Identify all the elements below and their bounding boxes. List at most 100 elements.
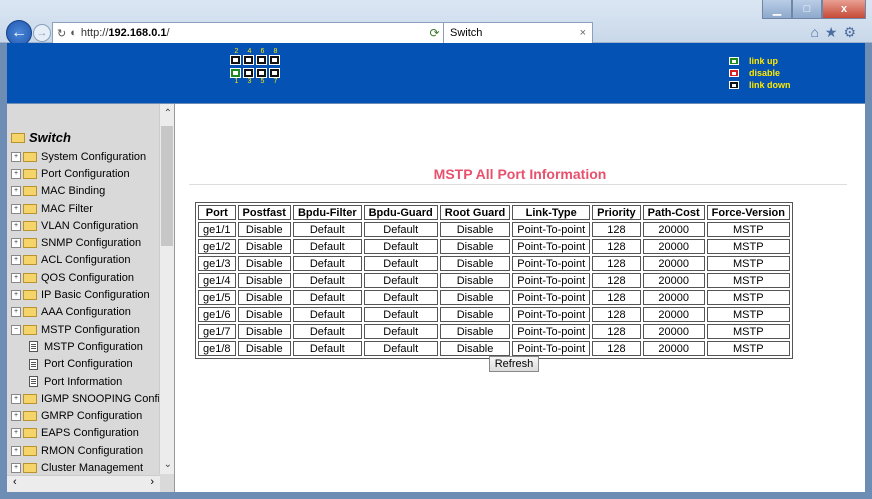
address-bar[interactable]: ↻ ◐ http://192.168.0.1/ ⟳ ⌕ ▾: [52, 22, 464, 44]
table-cell: Point-To-point: [512, 307, 591, 322]
table-cell: Disable: [439, 290, 511, 305]
port-down-icon[interactable]: [243, 68, 254, 78]
sidebar-scrollbar[interactable]: ⌃ ⌄: [159, 104, 174, 474]
table-cell: Point-To-point: [512, 273, 591, 288]
table-cell: ge1/5: [198, 290, 236, 305]
page-icon: [29, 341, 38, 353]
expand-icon[interactable]: +: [11, 255, 21, 266]
table-cell: 128: [592, 324, 641, 339]
tab-close-icon[interactable]: ×: [580, 27, 586, 39]
expand-icon[interactable]: +: [11, 290, 21, 301]
minimize-button[interactable]: ▁: [762, 0, 792, 19]
table-cell: Point-To-point: [512, 256, 591, 271]
expand-icon[interactable]: +: [11, 186, 21, 197]
table-cell: ge1/7: [198, 324, 236, 339]
table-cell: 20000: [642, 273, 705, 288]
legend-link-up: link up: [729, 55, 791, 67]
expand-icon[interactable]: +: [11, 307, 21, 318]
port-down-icon[interactable]: [256, 55, 267, 65]
expand-icon[interactable]: +: [11, 428, 21, 439]
sidebar-item-vlan-configuration[interactable]: + VLAN Configuration: [11, 217, 161, 234]
expand-icon[interactable]: +: [11, 220, 21, 231]
sidebar-item-acl-configuration[interactable]: + ACL Configuration: [11, 252, 161, 269]
port-up-icon[interactable]: [230, 68, 241, 78]
folder-icon: [23, 186, 37, 197]
table-cell: Disable: [439, 222, 511, 237]
sidebar-item-ip-basic-configuration[interactable]: + IP Basic Configuration: [11, 286, 161, 303]
sidebar: Switch + System Configuration + Port Config…: [7, 104, 175, 492]
folder-icon: [23, 272, 37, 283]
refresh-icon[interactable]: ↻: [57, 27, 66, 40]
table-cell: Default: [292, 239, 362, 254]
scroll-down-icon[interactable]: ⌄: [164, 459, 172, 470]
refresh-button[interactable]: Refresh: [489, 356, 539, 372]
expand-icon[interactable]: +: [11, 445, 21, 456]
sidebar-item-qos-configuration[interactable]: + QOS Configuration: [11, 269, 161, 286]
port-number: 1: [234, 78, 239, 85]
sidebar-item-igmp-snooping-confi[interactable]: + IGMP SNOOPING Confi: [11, 390, 161, 407]
tree-root[interactable]: Switch: [11, 130, 161, 145]
scroll-up-icon[interactable]: ⌃: [164, 108, 172, 119]
close-button[interactable]: x: [822, 0, 866, 19]
sidebar-item-mac-binding[interactable]: + MAC Binding: [11, 183, 161, 200]
maximize-button[interactable]: □: [792, 0, 822, 19]
expand-icon[interactable]: +: [11, 272, 21, 283]
table-cell: MSTP: [706, 222, 790, 237]
table-cell: Disable: [237, 273, 291, 288]
sidebar-item-mac-filter[interactable]: + MAC Filter: [11, 200, 161, 217]
table-row: ge1/3 Disable Default Default Disable Point-T…: [198, 256, 790, 271]
port-grid: 2 4 6 8 1 3 5 7: [230, 48, 310, 85]
expand-icon[interactable]: +: [11, 238, 21, 249]
table-cell: MSTP: [706, 256, 790, 271]
sidebar-item-snmp-configuration[interactable]: + SNMP Configuration: [11, 234, 161, 251]
port-number: 8: [273, 48, 278, 55]
table-row: ge1/6 Disable Default Default Disable Point-T…: [198, 307, 790, 322]
expand-icon[interactable]: +: [11, 151, 21, 162]
sidebar-item-gmrp-configuration[interactable]: + GMRP Configuration: [11, 407, 161, 424]
sidebar-item-mstp-configuration[interactable]: − MSTP Configuration: [11, 321, 161, 338]
table-cell: Default: [363, 341, 438, 356]
table-cell: 128: [592, 307, 641, 322]
port-down-icon[interactable]: [269, 68, 280, 78]
collapse-icon[interactable]: −: [11, 324, 21, 335]
sidebar-item-system-configuration[interactable]: + System Configuration: [11, 148, 161, 165]
page-title: MSTP All Port Information: [433, 166, 607, 182]
folder-icon: [23, 445, 37, 456]
table-cell: Default: [292, 273, 362, 288]
expand-icon[interactable]: +: [11, 203, 21, 214]
expand-icon[interactable]: +: [11, 411, 21, 422]
sidebar-item-aaa-configuration[interactable]: + AAA Configuration: [11, 304, 161, 321]
table-cell: Default: [363, 324, 438, 339]
scroll-thumb[interactable]: [161, 126, 173, 246]
toolbar-icons[interactable]: ⌂★⚙: [810, 24, 862, 41]
table-header-row: Port Postfast Bpdu-Filter Bpdu-Guard Root Gu…: [198, 205, 790, 220]
table-cell: MSTP: [706, 239, 790, 254]
sidebar-hscrollbar[interactable]: ‹ ›: [7, 475, 160, 492]
table-cell: Default: [292, 307, 362, 322]
forward-arrow-icon[interactable]: →: [33, 24, 51, 42]
browser-tab[interactable]: Switch ×: [443, 22, 593, 43]
expand-icon[interactable]: +: [11, 393, 21, 404]
sidebar-item-rmon-configuration[interactable]: + RMON Configuration: [11, 442, 161, 459]
port-number: 7: [273, 78, 278, 85]
port-down-icon[interactable]: [243, 55, 254, 65]
folder-icon: [23, 324, 37, 335]
port-legend: link up disable link down: [729, 55, 791, 91]
scroll-right-icon[interactable]: ›: [150, 476, 154, 488]
table-row: ge1/5 Disable Default Default Disable Point-T…: [198, 290, 790, 305]
scroll-left-icon[interactable]: ‹: [13, 476, 17, 488]
sidebar-item-eaps-configuration[interactable]: + EAPS Configuration: [11, 425, 161, 442]
sidebar-subitem-port-configuration[interactable]: Port Configuration: [11, 356, 161, 373]
expand-icon[interactable]: +: [11, 168, 21, 179]
port-down-icon[interactable]: [230, 55, 241, 65]
sidebar-subitem-mstp-configuration[interactable]: MSTP Configuration: [11, 338, 161, 355]
folder-icon: [23, 307, 37, 318]
sidebar-subitem-port-information[interactable]: Port Information: [11, 373, 161, 390]
port-row-top: [230, 55, 310, 65]
port-down-icon[interactable]: [269, 55, 280, 65]
expand-icon[interactable]: +: [11, 462, 21, 473]
page-icon: [29, 376, 38, 387]
table-cell: Disable: [237, 256, 291, 271]
sidebar-item-port-configuration[interactable]: + Port Configuration: [11, 165, 161, 182]
port-down-icon[interactable]: [256, 68, 267, 78]
